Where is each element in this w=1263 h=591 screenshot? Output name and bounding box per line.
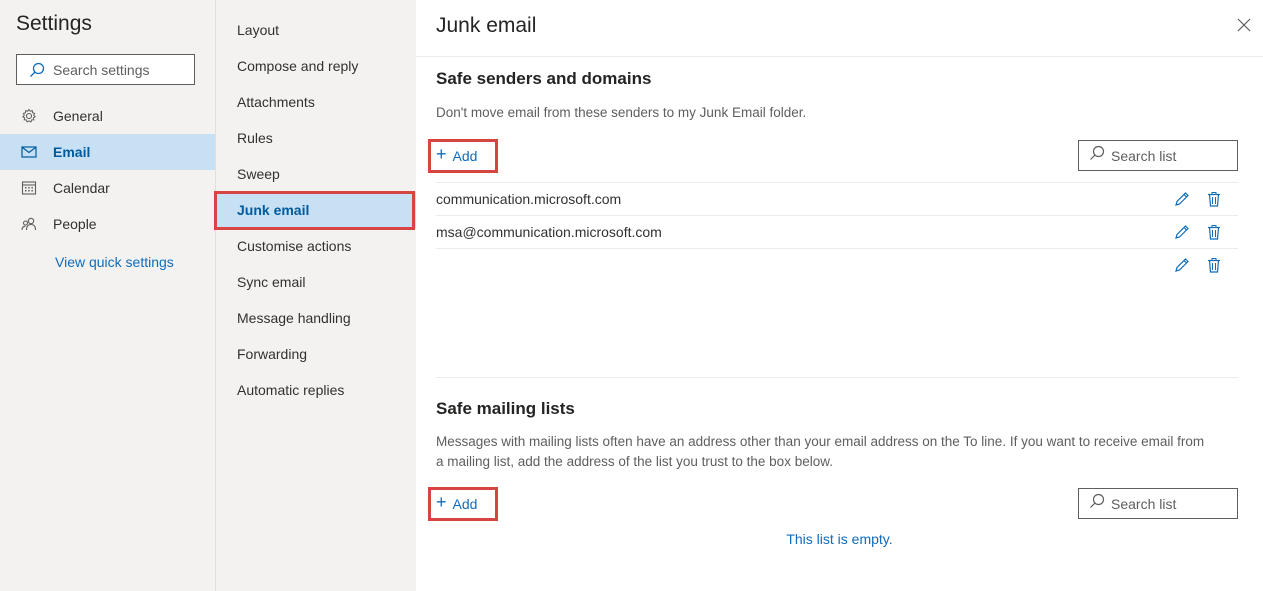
email-nav-sweep[interactable]: Sweep: [216, 156, 417, 192]
section-divider: [436, 377, 1238, 378]
safe-sender-row: [436, 248, 1238, 281]
email-nav-attachments[interactable]: Attachments: [216, 84, 417, 120]
view-quick-settings-link[interactable]: View quick settings: [55, 254, 174, 270]
close-icon: [1237, 18, 1251, 32]
safe-mailing-lists-search-input[interactable]: Search list: [1078, 488, 1238, 519]
header-divider: [416, 56, 1263, 57]
close-button[interactable]: [1234, 15, 1254, 35]
safe-sender-address: communication.microsoft.com: [436, 191, 622, 207]
edit-icon[interactable]: [1172, 222, 1192, 242]
plus-icon: +: [436, 144, 447, 164]
nav-label-general: General: [53, 108, 103, 124]
safe-senders-search-placeholder: Search list: [1111, 147, 1177, 164]
safe-mailing-lists-description-line2: a mailing list, add the address of the l…: [436, 454, 833, 469]
safe-sender-address: msa@communication.microsoft.com: [436, 224, 662, 240]
email-settings-nav: Layout Compose and reply Attachments Rul…: [215, 0, 417, 591]
email-nav-message-handling[interactable]: Message handling: [216, 300, 417, 336]
safe-senders-add-button[interactable]: + Add: [430, 140, 498, 171]
email-nav-forwarding[interactable]: Forwarding: [216, 336, 417, 372]
safe-mailing-lists-search-placeholder: Search list: [1111, 495, 1177, 512]
edit-icon[interactable]: [1172, 189, 1192, 209]
search-icon: [1089, 493, 1105, 514]
delete-icon[interactable]: [1204, 189, 1224, 209]
safe-mailing-lists-description-line1: Messages with mailing lists often have a…: [436, 434, 1205, 449]
email-nav-customise-actions[interactable]: Customise actions: [216, 228, 417, 264]
nav-item-email[interactable]: Email: [0, 134, 215, 170]
safe-mailing-lists-title: Safe mailing lists: [436, 399, 575, 418]
empty-list-message: This list is empty.: [786, 531, 893, 547]
delete-icon[interactable]: [1204, 222, 1224, 242]
settings-pane: Settings Search settings General Email C…: [0, 0, 215, 591]
email-nav-automatic-replies[interactable]: Automatic replies: [216, 372, 417, 408]
edit-icon[interactable]: [1172, 255, 1192, 275]
nav-label-email: Email: [53, 144, 91, 160]
search-settings-input[interactable]: Search settings: [16, 54, 195, 85]
junk-email-panel: Junk email Safe senders and domains Don'…: [416, 0, 1263, 591]
safe-mailing-lists-add-button[interactable]: + Add: [430, 488, 498, 519]
search-settings-placeholder: Search settings: [53, 61, 150, 78]
nav-item-general[interactable]: General: [0, 98, 215, 134]
email-nav-junk-email[interactable]: Junk email: [216, 192, 417, 228]
mail-icon: [20, 143, 38, 161]
delete-icon[interactable]: [1204, 255, 1224, 275]
people-icon: [20, 215, 38, 233]
nav-item-people[interactable]: People: [0, 206, 215, 242]
nav-label-people: People: [53, 216, 97, 232]
page-title: Junk email: [436, 14, 537, 37]
nav-label-calendar: Calendar: [53, 180, 110, 196]
email-nav-layout[interactable]: Layout: [216, 12, 417, 48]
calendar-icon: [20, 179, 38, 197]
safe-senders-search-input[interactable]: Search list: [1078, 140, 1238, 171]
safe-sender-row: msa@communication.microsoft.com: [436, 215, 1238, 248]
email-nav-sync-email[interactable]: Sync email: [216, 264, 417, 300]
safe-senders-description: Don't move email from these senders to m…: [436, 105, 807, 120]
email-nav-rules[interactable]: Rules: [216, 120, 417, 156]
nav-item-calendar[interactable]: Calendar: [0, 170, 215, 206]
search-icon: [27, 60, 47, 80]
settings-title: Settings: [16, 12, 92, 35]
safe-sender-row: communication.microsoft.com: [436, 182, 1238, 215]
safe-senders-add-label: Add: [452, 147, 478, 164]
safe-senders-title: Safe senders and domains: [436, 69, 652, 88]
search-icon: [1089, 145, 1105, 166]
email-nav-compose-and-reply[interactable]: Compose and reply: [216, 48, 417, 84]
safe-mailing-lists-add-label: Add: [452, 495, 478, 512]
gear-icon: [20, 107, 38, 125]
plus-icon: +: [436, 492, 447, 512]
